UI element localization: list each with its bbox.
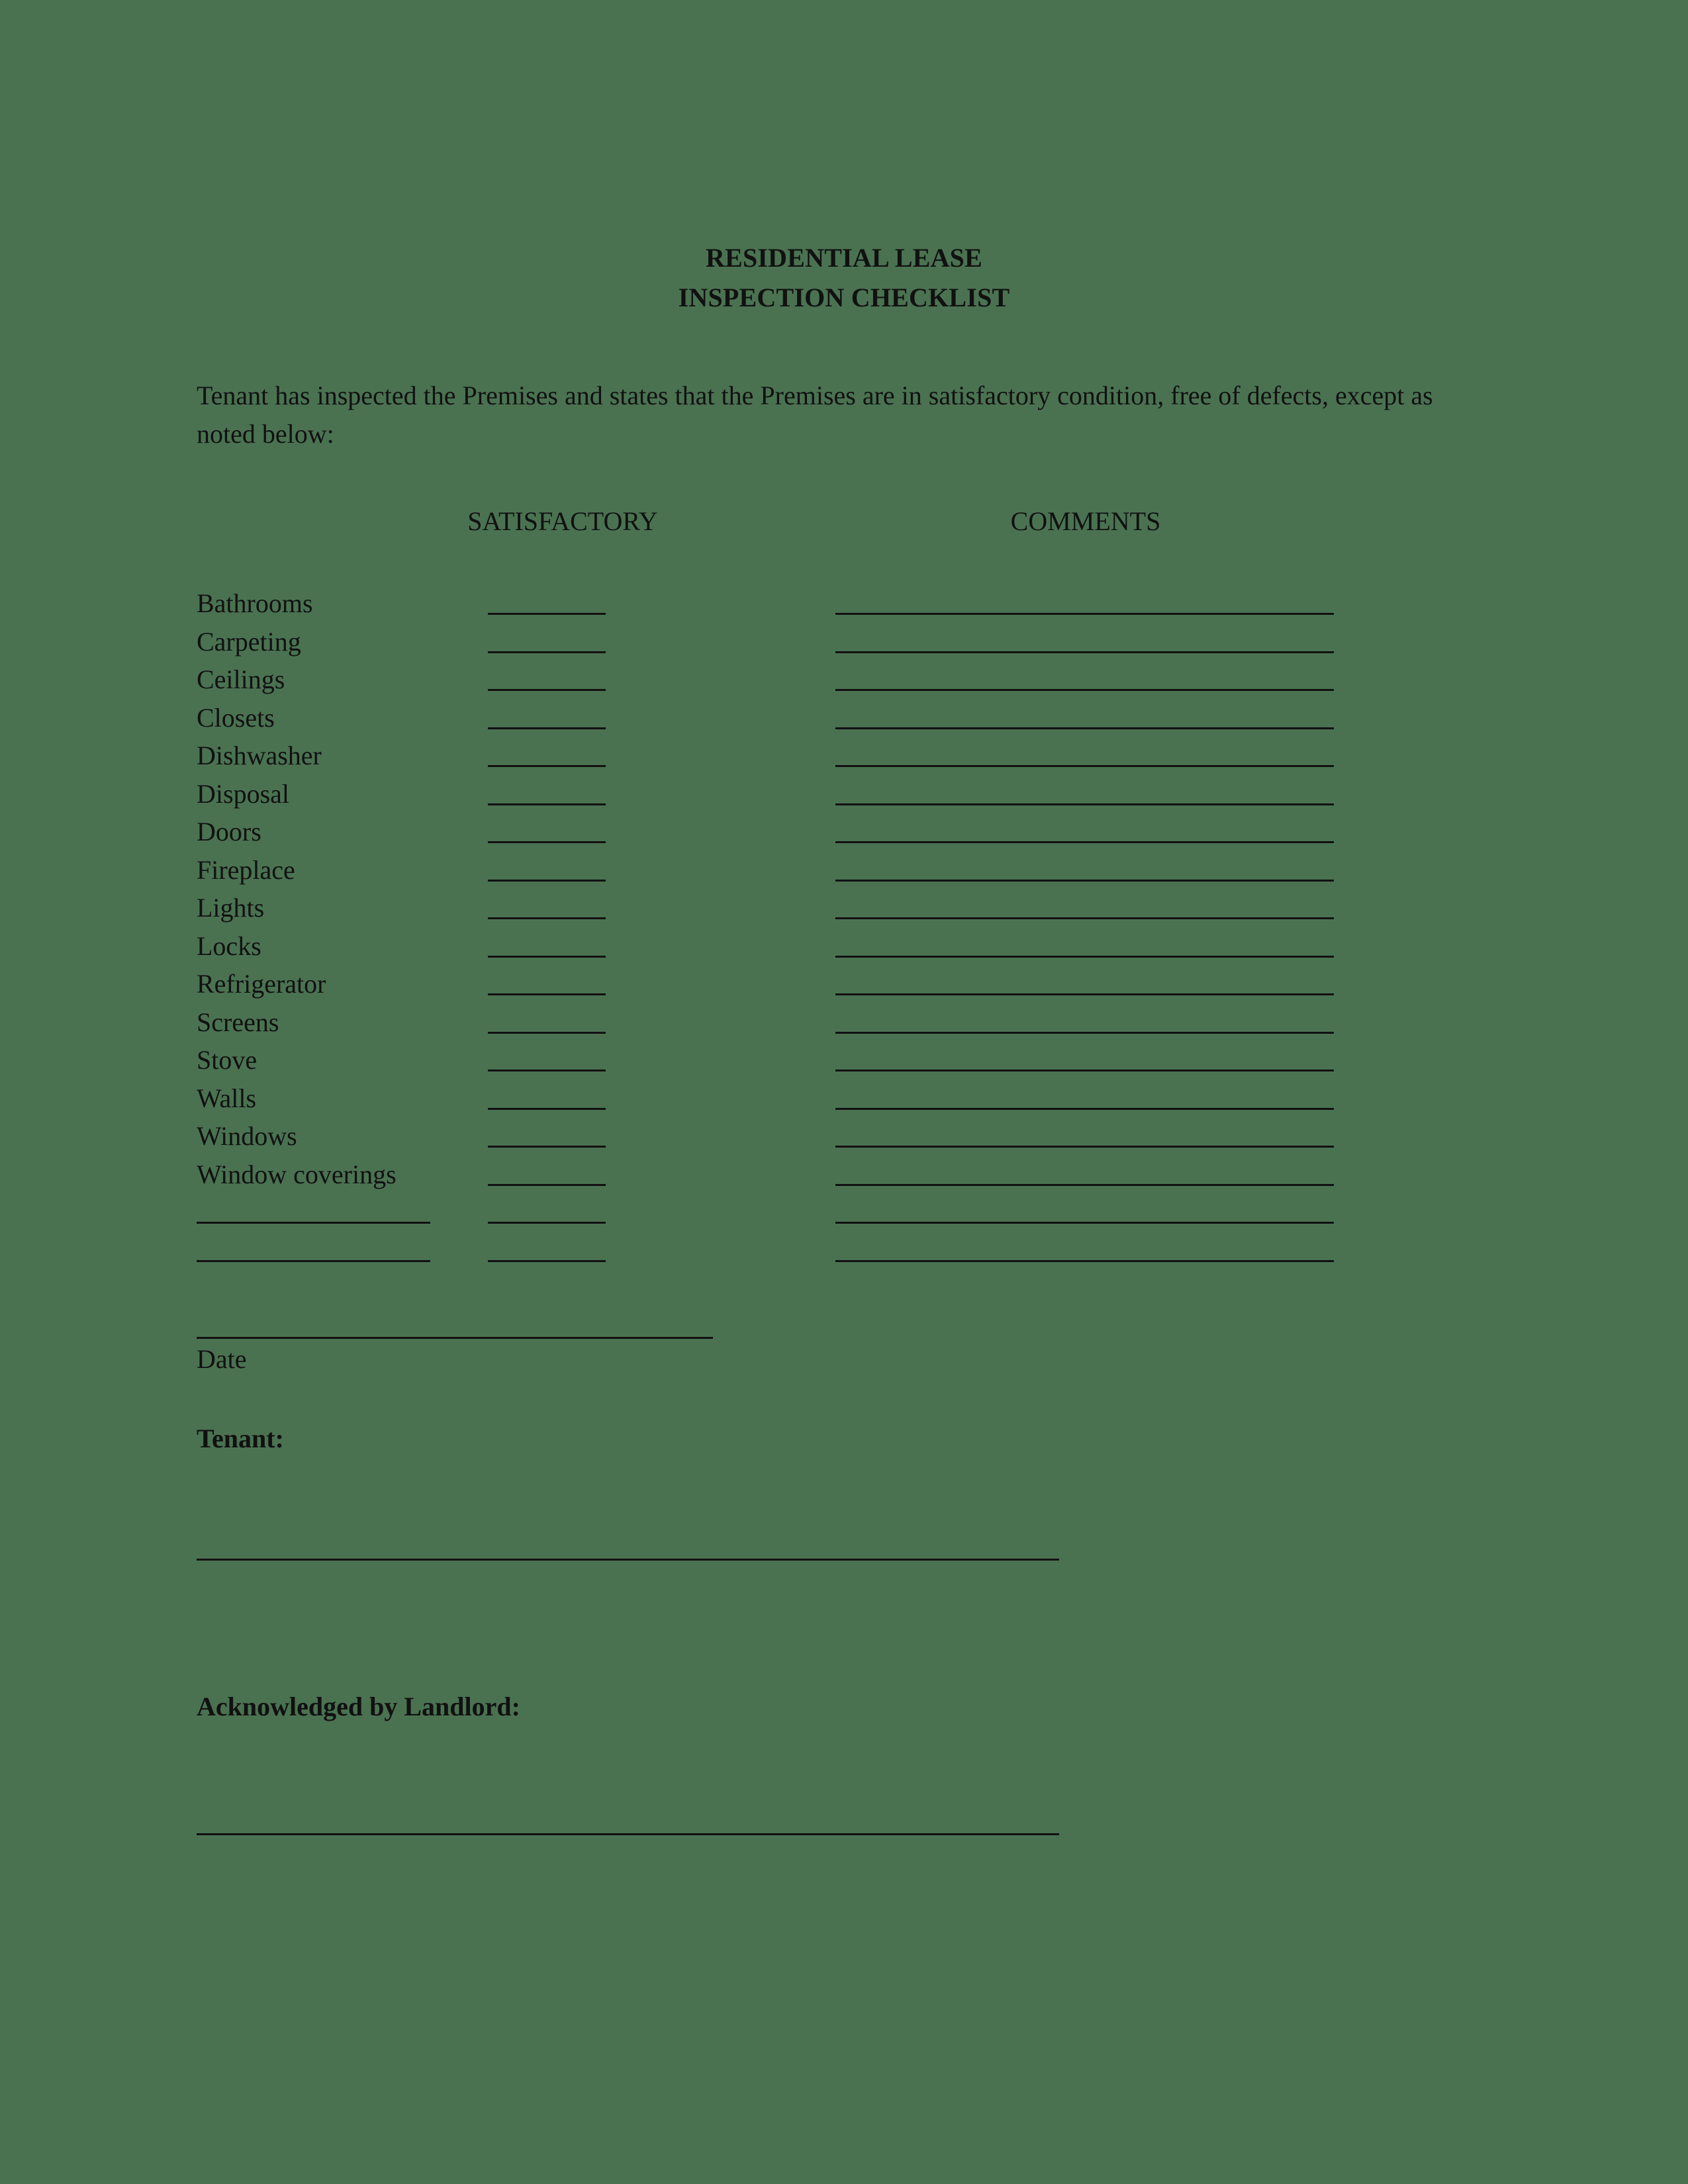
comments-input-rule[interactable] [835,1222,1334,1224]
tenant-signature-rule[interactable] [197,1559,1059,1561]
checklist-row: Windows [0,1120,1688,1159]
title-line-2: INSPECTION CHECKLIST [678,283,1010,312]
checklist-item-label: Bathrooms [197,588,313,618]
comments-input-rule[interactable] [835,879,1334,882]
checklist-row: Ceilings [0,664,1688,702]
column-header-satisfactory: SATISFACTORY [467,506,658,536]
checklist-row: Bathrooms [0,588,1688,626]
tenant-signature-heading: Tenant: [197,1424,284,1453]
checklist-row: Screens [0,1007,1688,1045]
checklist-item-label: Lights [197,893,265,923]
comments-input-rule[interactable] [835,1107,1334,1110]
checklist-row: Doors [0,816,1688,854]
checklist-item-label: Walls [197,1083,257,1113]
checklist-item-label: Screens [197,1007,279,1037]
checklist-row: Walls [0,1083,1688,1121]
column-header-comments: COMMENTS [1010,506,1161,536]
comments-input-rule[interactable] [835,689,1334,691]
checklist-row: Refrigerator [0,968,1688,1007]
document-page: RESIDENTIAL LEASE INSPECTION CHECKLIST T… [0,0,1688,2184]
checklist-item-label: Disposal [197,778,289,809]
comments-input-rule[interactable] [835,841,1334,843]
checklist-row: Stove [0,1044,1688,1083]
checklist-row: Locks [0,931,1688,969]
checklist-row: Disposal [0,778,1688,817]
comments-input-rule[interactable] [835,1183,1334,1186]
checklist-row: Dishwasher [0,740,1688,778]
title-line-1: RESIDENTIAL LEASE [705,243,982,273]
satisfactory-input-rule[interactable] [488,879,606,882]
date-label: Date [197,1344,247,1374]
checklist-item-label: Locks [197,931,261,961]
checklist-item-blank-rule[interactable] [197,1259,430,1262]
comments-input-rule[interactable] [835,803,1334,805]
comments-input-rule[interactable] [835,993,1334,995]
satisfactory-input-rule[interactable] [488,955,606,958]
checklist-item-label: Carpeting [197,626,301,657]
comments-input-rule[interactable] [835,1069,1334,1071]
comments-input-rule[interactable] [835,1031,1334,1034]
date-input-rule[interactable] [197,1337,713,1339]
checklist-item-label: Window coverings [197,1159,397,1189]
checklist-row: Carpeting [0,626,1688,664]
satisfactory-input-rule[interactable] [488,727,606,729]
checklist-item-label: Refrigerator [197,969,326,999]
checklist-item-label: Dishwasher [197,741,322,770]
comments-input-rule[interactable] [835,1146,1334,1148]
satisfactory-input-rule[interactable] [488,993,606,995]
landlord-signature-rule[interactable] [197,1833,1059,1835]
checklist-item-label: Ceilings [197,664,285,694]
comments-input-rule[interactable] [835,613,1334,615]
checklist-item-label: Stove [197,1045,258,1075]
checklist-item-label: Closets [197,702,275,733]
checklist-row [0,1235,1688,1273]
page-title: RESIDENTIAL LEASE INSPECTION CHECKLIST [0,238,1688,318]
checklist-item-label: Windows [197,1121,297,1151]
satisfactory-input-rule[interactable] [488,689,606,691]
intro-paragraph: Tenant has inspected the Premises and st… [197,381,1433,449]
satisfactory-input-rule[interactable] [488,1146,606,1148]
checklist-row: Fireplace [0,854,1688,893]
satisfactory-input-rule[interactable] [488,1107,606,1110]
comments-input-rule[interactable] [835,955,1334,958]
satisfactory-input-rule[interactable] [488,1183,606,1186]
comments-input-rule[interactable] [835,765,1334,767]
checklist-item-label: Fireplace [197,854,295,885]
checklist-row: Closets [0,702,1688,741]
column-headers: SATISFACTORY COMMENTS [0,504,1688,539]
checklist-row: Lights [0,892,1688,931]
satisfactory-input-rule[interactable] [488,803,606,805]
checklist-item-label: Doors [197,817,261,846]
landlord-signature-heading: Acknowledged by Landlord: [197,1692,520,1721]
satisfactory-input-rule[interactable] [488,613,606,615]
satisfactory-input-rule[interactable] [488,651,606,653]
satisfactory-input-rule[interactable] [488,765,606,767]
satisfactory-input-rule[interactable] [488,1069,606,1071]
checklist-item-blank-rule[interactable] [197,1222,430,1224]
comments-input-rule[interactable] [835,651,1334,653]
satisfactory-input-rule[interactable] [488,1031,606,1034]
satisfactory-input-rule[interactable] [488,1259,606,1262]
satisfactory-input-rule[interactable] [488,917,606,919]
comments-input-rule[interactable] [835,1259,1334,1262]
satisfactory-input-rule[interactable] [488,841,606,843]
comments-input-rule[interactable] [835,917,1334,919]
checklist-table: Bathrooms Carpeting Ceilings Closets Dishwas… [0,588,1688,1273]
checklist-row [0,1197,1688,1235]
comments-input-rule[interactable] [835,727,1334,729]
checklist-row: Window coverings [0,1159,1688,1197]
satisfactory-input-rule[interactable] [488,1222,606,1224]
